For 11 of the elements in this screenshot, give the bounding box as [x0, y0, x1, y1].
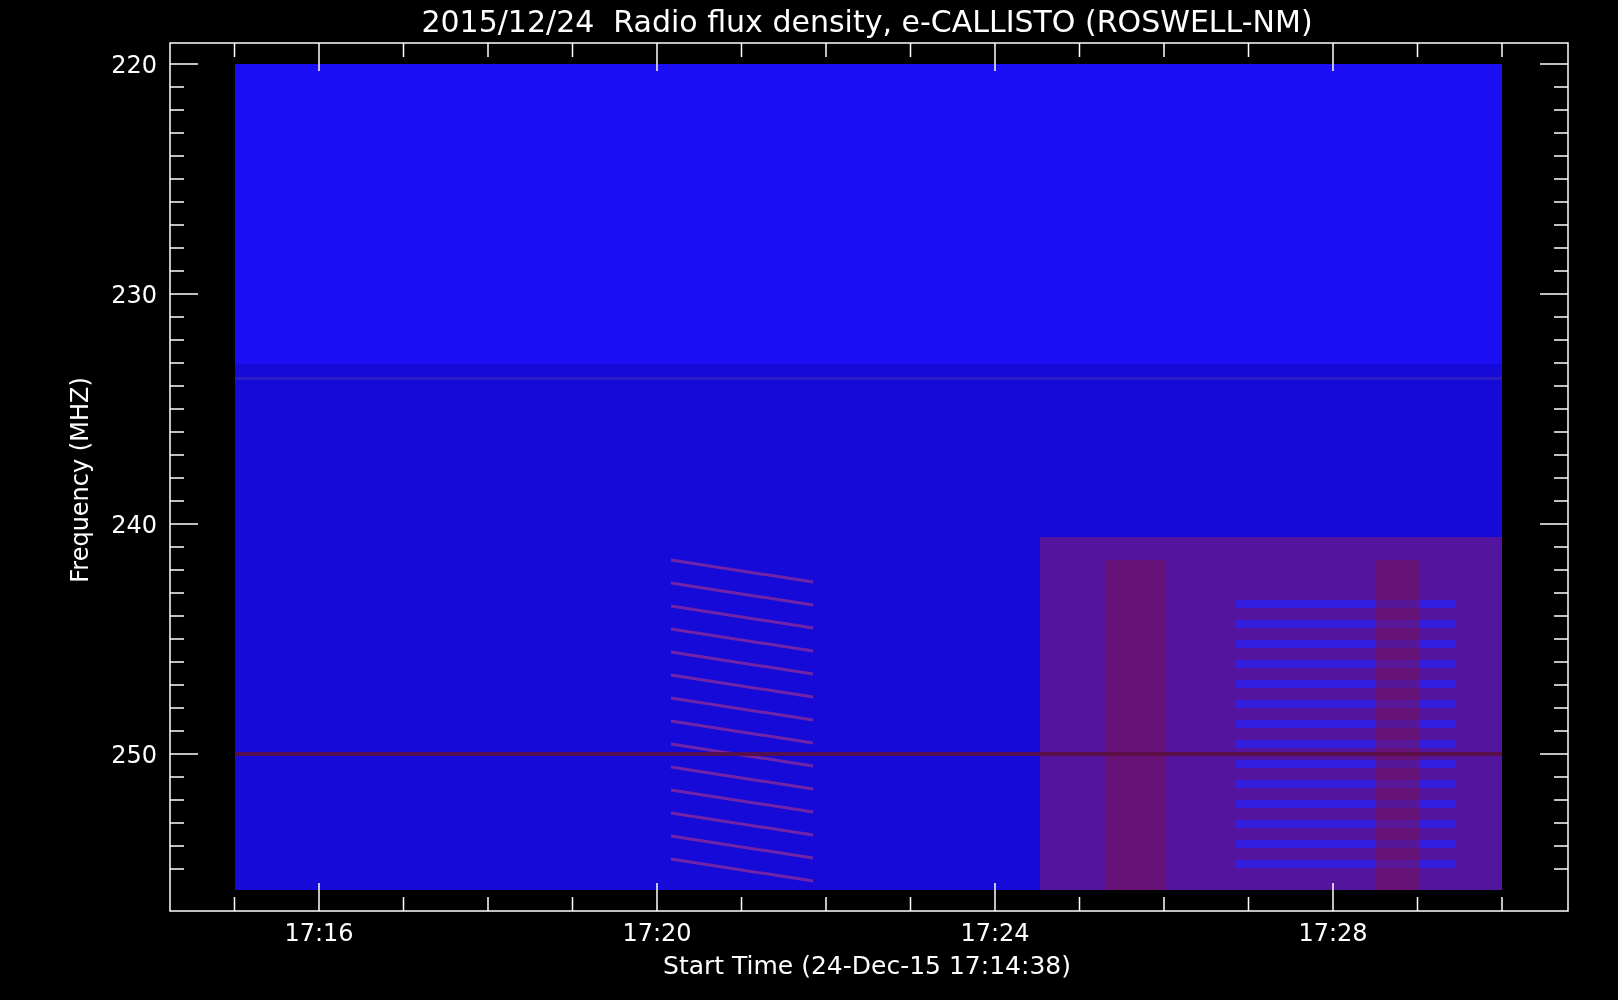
y-tick-label: 230 [111, 281, 157, 309]
y-tick-label: 220 [111, 51, 157, 79]
y-tick-label: 240 [111, 511, 157, 539]
y-axis-label: Frequency (MHZ) [66, 377, 94, 583]
x-tick-label: 17:28 [1298, 919, 1368, 947]
x-axis-label: Start Time (24-Dec-15 17:14:38) [663, 951, 1071, 980]
chart-title: 2015/12/24 Radio flux density, e-CALLISTO (ROSWELL-NM) [421, 4, 1313, 39]
x-tick-label: 17:20 [622, 919, 692, 947]
x-tick-label: 17:24 [960, 919, 1030, 947]
y-tick-label: 250 [111, 741, 157, 769]
x-tick-label: 17:16 [284, 919, 354, 947]
